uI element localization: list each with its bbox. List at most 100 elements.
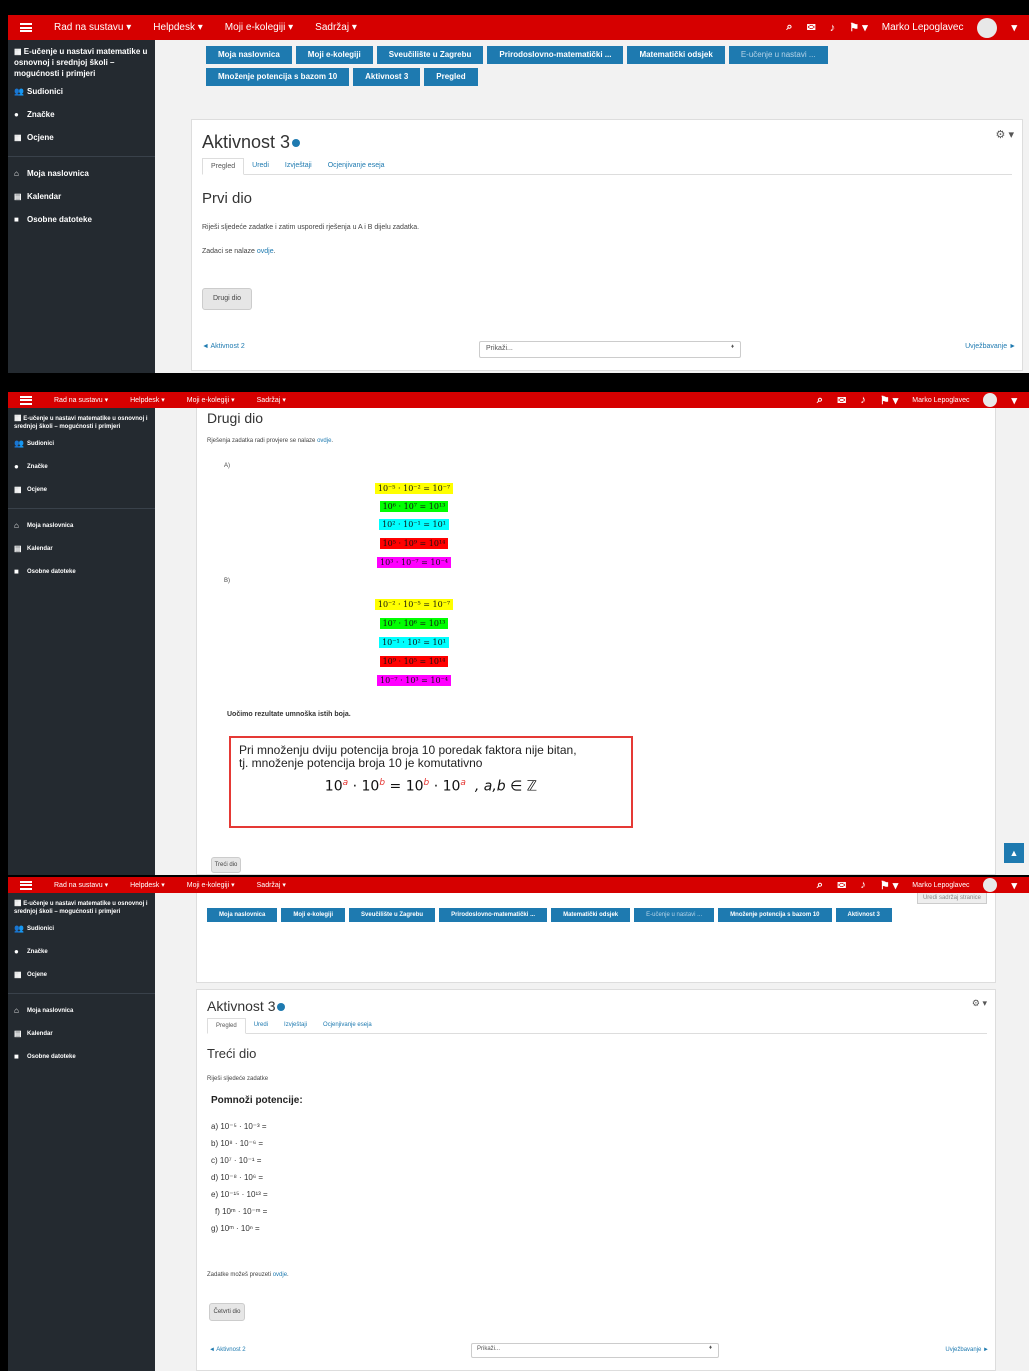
breadcrumb-item[interactable]: Prirodoslovno-matematički ... (487, 46, 624, 64)
link-ovdje[interactable]: ovdje (273, 1272, 287, 1278)
menu-helpdesk[interactable]: Helpdesk ▾ (153, 22, 203, 33)
sidebar-item-sudionici[interactable]: 👥 Sudionici (14, 439, 149, 448)
sidebar-item-moja-naslovnica[interactable]: ⌂ Moja naslovnica (14, 169, 149, 178)
flag-icon[interactable]: ⚑ ▾ (880, 879, 898, 892)
info-icon[interactable] (292, 139, 301, 148)
menu-rad-na-sustavu[interactable]: Rad na sustavu ▾ (54, 881, 108, 889)
menu-helpdesk[interactable]: Helpdesk ▾ (130, 881, 165, 889)
next-activity-link[interactable]: Uvježbavanje ► (945, 1347, 989, 1353)
breadcrumb-item[interactable]: Množenje potencija s bazom 10 (718, 908, 832, 922)
next-section-button[interactable]: Drugi dio (202, 288, 252, 310)
tab-ocjenjivanje-eseja[interactable]: Ocjenjivanje eseja (320, 158, 393, 174)
tab-izvjestaji[interactable]: Izvještaji (277, 158, 320, 174)
breadcrumb-item[interactable]: Matematički odsjek (627, 46, 725, 64)
edit-page-content-button[interactable]: Uredi sadržaj stranice (916, 892, 987, 904)
menu-sadrzaj[interactable]: Sadržaj ▾ (257, 881, 286, 889)
menu-sadrzaj[interactable]: Sadržaj ▾ (257, 396, 286, 404)
menu-moji-e-kolegiji[interactable]: Moji e-kolegiji ▾ (187, 881, 235, 889)
messages-icon[interactable]: ✉ (807, 21, 816, 34)
notifications-icon[interactable]: ♪ (830, 22, 836, 34)
tab-pregled[interactable]: Pregled (207, 1018, 246, 1034)
hamburger-icon[interactable] (20, 395, 32, 405)
sidebar-item-kalendar[interactable]: ▤ Kalendar (14, 192, 149, 201)
next-section-button[interactable]: Treći dio (211, 857, 241, 873)
sidebar-course[interactable]: ▦ E-učenje u nastavi matematike u osnovn… (14, 40, 149, 87)
breadcrumb-item[interactable]: Aktivnost 3 (835, 908, 892, 922)
user-menu-chevron-icon[interactable]: ▾ (1011, 394, 1017, 407)
sidebar-item-ocjene[interactable]: ▦ Ocjene (14, 970, 149, 979)
menu-sadrzaj[interactable]: Sadržaj ▾ (315, 22, 357, 33)
search-icon[interactable]: ⌕ (786, 21, 792, 34)
user-name[interactable]: Marko Lepoglavec (882, 22, 964, 33)
next-activity-link[interactable]: Uvježbavanje ► (965, 343, 1016, 350)
sidebar-item-znacke[interactable]: ● Značke (14, 462, 149, 471)
activity-jump-select[interactable]: Prikaži... ♦ (479, 341, 741, 358)
info-icon[interactable] (277, 1003, 286, 1012)
sidebar-item-znacke[interactable]: ● Značke (14, 947, 149, 956)
menu-moji-e-kolegiji[interactable]: Moji e-kolegiji ▾ (187, 396, 235, 404)
search-icon[interactable]: ⌕ (817, 879, 823, 892)
user-name[interactable]: Marko Lepoglavec (912, 397, 969, 404)
gear-icon[interactable]: ⚙ ▾ (972, 998, 987, 1009)
link-ovdje[interactable]: ovdje (317, 438, 331, 444)
scroll-top-icon[interactable]: ▲ (1004, 843, 1024, 863)
search-icon[interactable]: ⌕ (817, 394, 823, 407)
prev-activity-link[interactable]: ◄ Aktivnost 2 (209, 1347, 246, 1353)
user-menu-chevron-icon[interactable]: ▾ (1011, 879, 1017, 892)
messages-icon[interactable]: ✉ (837, 394, 846, 407)
breadcrumb-item[interactable]: Sveučilište u Zagrebu (376, 46, 484, 64)
sidebar-item-kalendar[interactable]: ▤ Kalendar (14, 1029, 149, 1038)
breadcrumb-item[interactable]: Pregled (424, 68, 478, 86)
breadcrumb-item[interactable]: Moji e-kolegiji (295, 46, 373, 64)
breadcrumb-item[interactable]: Aktivnost 3 (353, 68, 421, 86)
sidebar-item-osobne-datoteke[interactable]: ■ Osobne datoteke (14, 567, 149, 576)
user-name[interactable]: Marko Lepoglavec (912, 882, 969, 889)
sidebar-item-sudionici[interactable]: 👥 Sudionici (14, 924, 149, 933)
breadcrumb-item[interactable]: E-učenje u nastavi ... (728, 46, 828, 64)
menu-helpdesk[interactable]: Helpdesk ▾ (130, 396, 165, 404)
sidebar-item-osobne-datoteke[interactable]: ■ Osobne datoteke (14, 1052, 149, 1061)
sidebar-item-osobne-datoteke[interactable]: ■ Osobne datoteke (14, 215, 149, 224)
flag-icon[interactable]: ⚑ ▾ (880, 394, 898, 407)
menu-rad-na-sustavu[interactable]: Rad na sustavu ▾ (54, 22, 131, 33)
sidebar-course[interactable]: ▦ E-učenje u nastavi matematike u osnovn… (14, 893, 149, 924)
messages-icon[interactable]: ✉ (837, 879, 846, 892)
sidebar-item-sudionici[interactable]: 👥 Sudionici (14, 87, 149, 96)
breadcrumb-item[interactable]: Množenje potencija s bazom 10 (206, 68, 350, 86)
avatar[interactable] (977, 17, 998, 38)
breadcrumb-item[interactable]: Moja naslovnica (207, 908, 278, 922)
next-section-button[interactable]: Četvrti dio (209, 1303, 245, 1321)
hamburger-icon[interactable] (20, 23, 32, 32)
user-menu-chevron-icon[interactable]: ▾ (1011, 21, 1017, 34)
sidebar-item-kalendar[interactable]: ▤ Kalendar (14, 544, 149, 553)
sidebar-item-ocjene[interactable]: ▦ Ocjene (14, 485, 149, 494)
breadcrumb-item[interactable]: Moja naslovnica (206, 46, 292, 64)
notifications-icon[interactable]: ♪ (860, 394, 866, 406)
menu-moji-e-kolegiji[interactable]: Moji e-kolegiji ▾ (225, 22, 293, 33)
tab-pregled[interactable]: Pregled (202, 158, 245, 175)
tab-izvjestaji[interactable]: Izvještaji (276, 1018, 315, 1033)
sidebar-item-znacke[interactable]: ● Značke (14, 110, 149, 119)
tab-uredi[interactable]: Uredi (246, 1018, 276, 1033)
sidebar-item-moja-naslovnica[interactable]: ⌂ Moja naslovnica (14, 521, 149, 530)
sidebar-course[interactable]: ▦ E-učenje u nastavi matematike u osnovn… (14, 408, 149, 439)
menu-rad-na-sustavu[interactable]: Rad na sustavu ▾ (54, 396, 108, 404)
tab-ocjenjivanje-eseja[interactable]: Ocjenjivanje eseja (315, 1018, 380, 1033)
breadcrumb-item[interactable]: Moji e-kolegiji (281, 908, 346, 922)
tab-uredi[interactable]: Uredi (244, 158, 277, 174)
hamburger-icon[interactable] (20, 880, 32, 890)
flag-icon[interactable]: ⚑ ▾ (849, 21, 867, 34)
link-ovdje[interactable]: ovdje (257, 248, 274, 255)
sidebar-item-ocjene[interactable]: ▦ Ocjene (14, 133, 149, 142)
avatar[interactable] (983, 878, 998, 892)
sidebar-item-moja-naslovnica[interactable]: ⌂ Moja naslovnica (14, 1006, 149, 1015)
notifications-icon[interactable]: ♪ (860, 879, 866, 891)
breadcrumb-item[interactable]: E-učenje u nastavi ... (634, 908, 715, 922)
gear-icon[interactable]: ⚙ ▾ (996, 128, 1014, 141)
breadcrumb-item[interactable]: Matematički odsjek (551, 908, 631, 922)
breadcrumb-item[interactable]: Prirodoslovno-matematički ... (439, 908, 548, 922)
avatar[interactable] (983, 393, 998, 407)
breadcrumb-item[interactable]: Sveučilište u Zagrebu (349, 908, 436, 922)
prev-activity-link[interactable]: ◄ Aktivnost 2 (202, 343, 245, 350)
activity-jump-select[interactable]: Prikaži... ♦ (471, 1343, 719, 1358)
